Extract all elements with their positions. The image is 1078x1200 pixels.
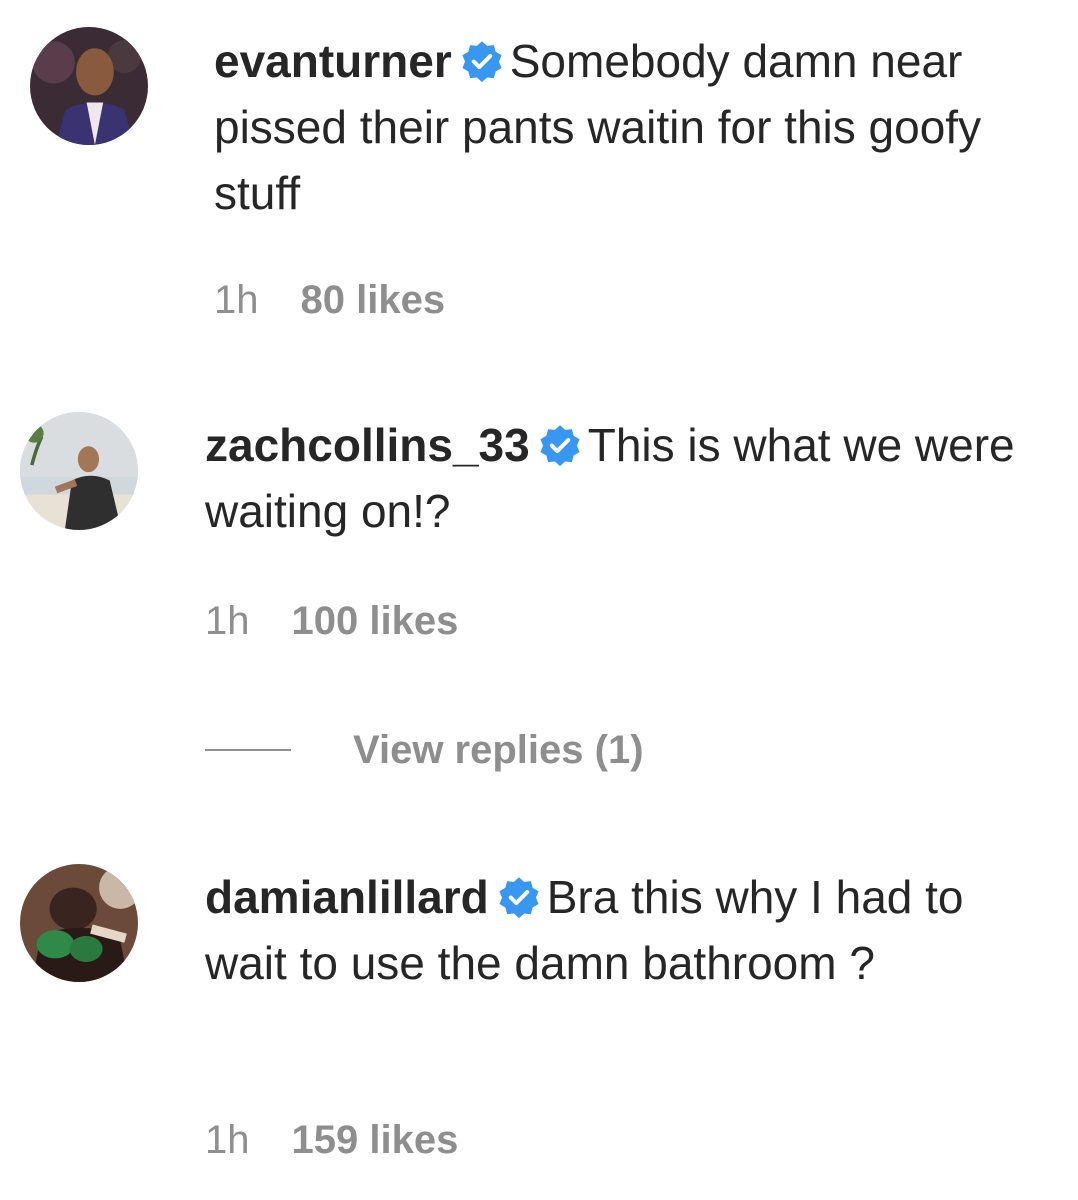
avatar[interactable]	[30, 27, 148, 145]
avatar-image	[20, 412, 138, 530]
comment-username[interactable]: evanturner	[214, 35, 452, 87]
comment-likes[interactable]: 80 likes	[301, 278, 446, 322]
comment-time[interactable]: 1h	[205, 1118, 250, 1162]
comment-meta: 1h 100 likes	[205, 597, 458, 645]
avatar-image	[30, 27, 148, 145]
comment-username[interactable]: zachcollins_33	[205, 419, 530, 471]
verified-badge-icon	[538, 423, 582, 467]
verified-badge-icon	[460, 39, 504, 83]
comment-body: zachcollins_33 This is what we were waiti…	[205, 412, 1045, 544]
view-replies-label[interactable]: View replies (1)	[353, 728, 644, 773]
verified-badge-icon	[497, 875, 541, 919]
view-replies-button[interactable]: View replies (1)	[205, 722, 644, 778]
comment-body: damianlillard Bra this why I had to wait …	[205, 864, 1045, 996]
comment-meta: 1h 80 likes	[214, 276, 445, 324]
replies-divider	[205, 749, 291, 751]
comment-body: evanturner Somebody damn near pissed thei…	[214, 28, 1054, 226]
comment-username[interactable]: damianlillard	[205, 871, 489, 923]
avatar[interactable]	[20, 864, 138, 982]
avatar-image	[20, 864, 138, 982]
comment-meta: 1h 159 likes	[205, 1116, 458, 1164]
comment-likes[interactable]: 159 likes	[292, 1118, 459, 1162]
comment-likes[interactable]: 100 likes	[292, 599, 459, 643]
comment-time[interactable]: 1h	[205, 599, 250, 643]
comment-time[interactable]: 1h	[214, 278, 259, 322]
avatar[interactable]	[20, 412, 138, 530]
